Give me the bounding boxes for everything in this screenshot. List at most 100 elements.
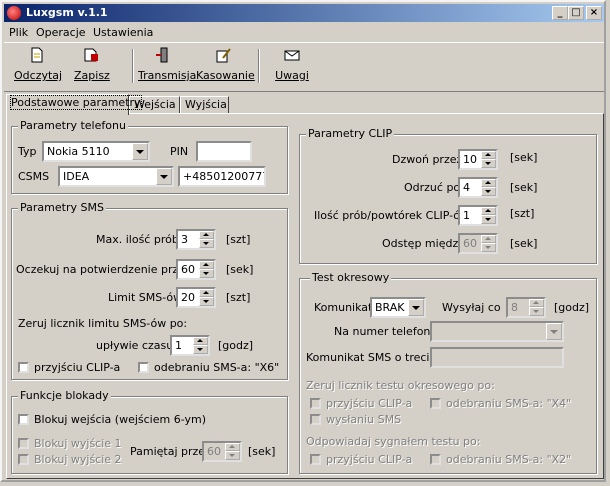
- max-tries-unit: [szt]: [226, 233, 251, 246]
- message-select[interactable]: BRAK: [370, 297, 426, 318]
- minimize-button[interactable]: _: [552, 6, 568, 20]
- tab-outputs[interactable]: Wyjścia: [180, 96, 229, 114]
- spin-down-icon[interactable]: [481, 159, 496, 168]
- csms-number-input[interactable]: +48501200777: [178, 166, 266, 187]
- wait-spinner[interactable]: 60: [176, 259, 216, 280]
- sms-content-label: Komunikat SMS o treci: [306, 351, 430, 364]
- spin-up-icon[interactable]: [481, 235, 496, 243]
- group-legend: Test okresowy: [310, 271, 392, 284]
- send-unit: [godz]: [554, 301, 590, 314]
- periodic-test-group: Test okresowy Komunikat BRAK Wysyłaj co …: [299, 271, 597, 474]
- tab-panel: Parametry telefonu Typ Nokia 5110 PIN CS…: [6, 113, 604, 479]
- test-answer-clip-checkbox[interactable]: przyjściu CLIP-a: [310, 453, 412, 466]
- spin-down-icon[interactable]: [199, 269, 214, 278]
- test-reset-x4-checkbox[interactable]: odebraniu SMS-a: "X4": [430, 397, 571, 410]
- call-unit: [sek]: [510, 151, 538, 164]
- spin-up-icon[interactable]: [481, 207, 496, 215]
- close-button[interactable]: ×: [586, 6, 602, 20]
- read-button[interactable]: Odczytaj: [14, 46, 62, 82]
- spin-down-icon[interactable]: [529, 307, 544, 316]
- menu-operacje[interactable]: Operacje: [36, 26, 86, 39]
- maximize-button[interactable]: □: [568, 6, 584, 20]
- toolbar-separator: [258, 49, 260, 83]
- menu-plik[interactable]: Plik: [9, 26, 28, 39]
- spin-up-icon[interactable]: [529, 299, 544, 307]
- dropdown-arrow-icon[interactable]: [156, 168, 172, 185]
- limit-spinner[interactable]: 20: [176, 287, 216, 308]
- reject-label: Odrzuć po: [404, 181, 461, 194]
- test-answer-x2-checkbox[interactable]: odebraniu SMS-a: "X2": [430, 453, 571, 466]
- pin-input[interactable]: [196, 141, 252, 162]
- test-reset-clip-checkbox[interactable]: przyjściu CLIP-a: [310, 397, 412, 410]
- time-label: upływie czasu: [96, 339, 174, 352]
- reject-spinner[interactable]: 4: [458, 177, 498, 198]
- erase-icon: [216, 48, 231, 63]
- window-title: Luxgsm v.1.1: [26, 6, 108, 19]
- block-output1-checkbox[interactable]: Blokuj wyjście 1: [18, 437, 122, 450]
- toolbar: Odczytaj Zapisz Transmisja Kasowanie Uwa…: [4, 42, 604, 92]
- number-select[interactable]: [430, 321, 564, 342]
- sms-reset-clip-checkbox[interactable]: przyjściu CLIP-a: [18, 361, 120, 374]
- call-label: Dzwoń przez: [392, 153, 463, 166]
- spin-down-icon[interactable]: [199, 297, 214, 306]
- spin-down-icon[interactable]: [481, 243, 496, 252]
- interval-spinner[interactable]: 60: [458, 233, 498, 254]
- dropdown-arrow-icon[interactable]: [132, 143, 148, 160]
- repeat-label: Ilość prób/powtórek CLIP-ów: [314, 209, 469, 222]
- spin-down-icon[interactable]: [199, 239, 214, 248]
- send-label: Wysyłaj co: [442, 301, 501, 314]
- test-answer-label: Odpowiadaj sygnałem testu po:: [306, 435, 481, 448]
- spin-down-icon[interactable]: [481, 187, 496, 196]
- time-spinner[interactable]: 1: [170, 335, 210, 356]
- spin-down-icon[interactable]: [193, 345, 208, 354]
- pin-label: PIN: [170, 145, 189, 158]
- phone-type-select[interactable]: Nokia 5110: [42, 141, 150, 162]
- repeat-spinner[interactable]: 1: [458, 205, 498, 226]
- transmit-button[interactable]: Transmisja: [138, 46, 196, 82]
- block-inputs-checkbox[interactable]: Blokuj wejścia (wejściem 6-ym): [18, 413, 206, 426]
- remember-spinner[interactable]: 60: [202, 441, 242, 462]
- spin-down-icon[interactable]: [225, 451, 240, 460]
- test-reset-sent-checkbox[interactable]: wysłaniu SMS: [310, 413, 401, 426]
- spin-up-icon[interactable]: [199, 289, 214, 297]
- spin-up-icon[interactable]: [199, 231, 214, 239]
- menu-bar: Plik Operacje Ustawienia: [4, 23, 604, 41]
- number-label: Na numer telefonu: [334, 325, 438, 338]
- send-spinner[interactable]: 8: [506, 297, 546, 318]
- sms-params-group: Parametry SMS Max. ilość prób 3 [szt] Oc…: [11, 201, 288, 380]
- interval-label: Odstęp między: [382, 237, 465, 250]
- group-legend: Funkcje blokady: [18, 389, 111, 402]
- sms-content-input[interactable]: [430, 347, 564, 368]
- sms-reset-label: Zeruj licznik limitu SMS-ów po:: [18, 317, 188, 330]
- transmit-icon: [156, 47, 168, 63]
- save-icon: [84, 48, 98, 62]
- notes-button[interactable]: Uwagi: [274, 46, 310, 82]
- spin-down-icon[interactable]: [481, 215, 496, 224]
- dropdown-arrow-icon[interactable]: [546, 323, 562, 340]
- toolbar-separator: [132, 49, 134, 83]
- menu-ustawienia[interactable]: Ustawienia: [93, 26, 153, 39]
- save-button[interactable]: Zapisz: [74, 46, 110, 82]
- app-icon[interactable]: [7, 6, 21, 20]
- max-tries-spinner[interactable]: 3: [176, 229, 216, 250]
- sms-reset-x6-checkbox[interactable]: odebraniu SMS-a: "X6": [138, 361, 279, 374]
- spin-up-icon[interactable]: [199, 261, 214, 269]
- limit-label: Limit SMS-ów: [108, 291, 183, 304]
- limit-unit: [szt]: [226, 291, 251, 304]
- title-bar[interactable]: Luxgsm v.1.1 _ □ ×: [4, 4, 604, 22]
- erase-button[interactable]: Kasowanie: [196, 46, 255, 82]
- interval-unit: [sek]: [510, 237, 538, 250]
- csms-select[interactable]: IDEA: [58, 166, 174, 187]
- block-functions-group: Funkcje blokady Blokuj wejścia (wejściem…: [11, 389, 288, 474]
- spin-up-icon[interactable]: [193, 337, 208, 345]
- spin-up-icon[interactable]: [225, 443, 240, 451]
- spin-up-icon[interactable]: [481, 179, 496, 187]
- call-spinner[interactable]: 10: [458, 149, 498, 170]
- spin-up-icon[interactable]: [481, 151, 496, 159]
- group-legend: Parametry CLIP: [306, 127, 395, 140]
- block-output2-checkbox[interactable]: Blokuj wyjście 2: [18, 453, 122, 466]
- dropdown-arrow-icon[interactable]: [408, 299, 424, 316]
- main-window: Luxgsm v.1.1 _ □ × Plik Operacje Ustawie…: [0, 0, 606, 482]
- message-label: Komunikat: [314, 301, 373, 314]
- tab-basic-params[interactable]: Podstawowe parametry: [6, 94, 142, 115]
